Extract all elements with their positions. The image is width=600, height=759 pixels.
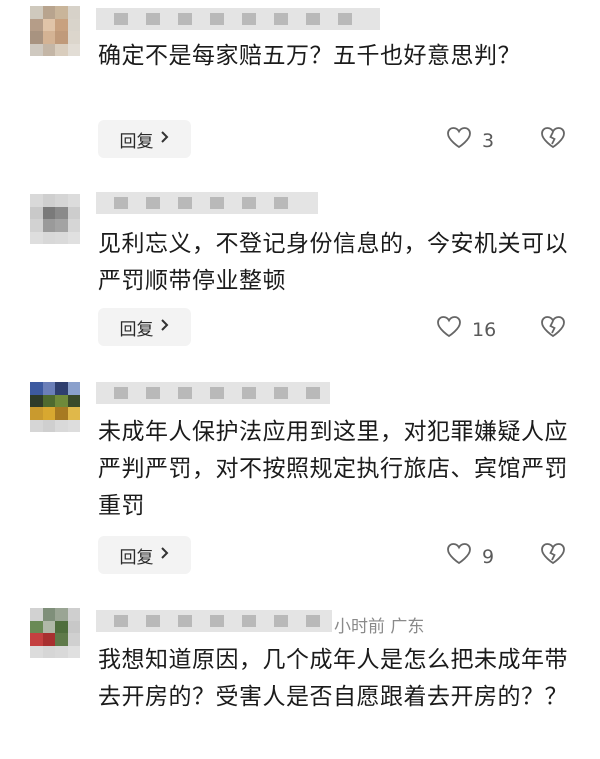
avatar-pixel — [67, 645, 80, 658]
avatar-pixel — [55, 206, 68, 219]
avatar-pixel — [30, 18, 43, 31]
avatar-pixel — [42, 394, 55, 407]
reply-label: 回复 — [119, 319, 154, 340]
comment-text: 见利忘义，不登记身份信息的，今安机关可以严罚顺带停业整顿 — [98, 231, 568, 294]
avatar-pixel — [55, 645, 68, 658]
avatar-pixel — [42, 231, 55, 244]
avatar-pixel — [30, 608, 43, 621]
avatar-pixel — [42, 18, 55, 31]
avatar-pixel — [42, 407, 55, 420]
comment-meta: 小时前 广东 — [334, 617, 425, 637]
avatar-pixel — [55, 219, 68, 232]
avatar-pixel — [30, 206, 43, 219]
reply-button[interactable]: 回复 — [98, 120, 191, 158]
like-button[interactable]: 9 — [446, 542, 494, 571]
chevron-right-icon — [160, 545, 170, 565]
avatar-pixel — [55, 194, 68, 207]
heart-icon — [436, 315, 462, 344]
chevron-right-icon — [160, 317, 170, 337]
comment-text: 未成年人保护法应用到这里，对犯罪嫌疑人应严判严罚，对不按照规定执行旅店、宾馆严罚… — [98, 419, 568, 519]
avatar-pixel — [42, 206, 55, 219]
avatar-pixel — [55, 620, 68, 633]
avatar-pixel — [55, 608, 68, 621]
reply-label: 回复 — [119, 131, 154, 152]
avatar-pixel — [67, 18, 80, 31]
avatar[interactable] — [30, 194, 80, 244]
avatar-pixel — [30, 645, 43, 658]
avatar-pixel — [42, 633, 55, 646]
avatar-pixel — [67, 6, 80, 19]
avatar-pixel — [67, 394, 80, 407]
avatar-pixel — [30, 6, 43, 19]
avatar-pixel — [55, 43, 68, 56]
reply-button[interactable]: 回复 — [98, 308, 191, 346]
avatar-pixel — [30, 394, 43, 407]
chevron-right-icon — [160, 129, 170, 149]
like-count: 16 — [472, 318, 497, 341]
avatar-pixel — [30, 633, 43, 646]
avatar-pixel — [67, 419, 80, 432]
avatar-pixel — [67, 43, 80, 56]
broken-heart-icon[interactable] — [540, 126, 566, 154]
avatar-pixel — [30, 382, 43, 395]
avatar-pixel — [67, 31, 80, 44]
heart-icon — [446, 126, 472, 155]
avatar-pixel — [55, 6, 68, 19]
avatar-pixel — [42, 608, 55, 621]
avatar-pixel — [67, 231, 80, 244]
avatar-pixel — [67, 219, 80, 232]
avatar[interactable] — [30, 608, 80, 658]
avatar-pixel — [55, 419, 68, 432]
avatar-pixel — [42, 43, 55, 56]
avatar-pixel — [30, 43, 43, 56]
username-blurred[interactable] — [96, 382, 330, 404]
avatar-pixel — [30, 219, 43, 232]
avatar-pixel — [42, 194, 55, 207]
avatar-pixel — [55, 231, 68, 244]
avatar-pixel — [67, 633, 80, 646]
avatar-pixel — [55, 382, 68, 395]
avatar-pixel — [30, 231, 43, 244]
avatar-pixel — [30, 194, 43, 207]
avatar-pixel — [67, 608, 80, 621]
avatar-pixel — [55, 407, 68, 420]
avatar[interactable] — [30, 6, 80, 56]
avatar-pixel — [67, 382, 80, 395]
broken-heart-icon[interactable] — [540, 542, 566, 570]
avatar-pixel — [42, 620, 55, 633]
avatar[interactable] — [30, 382, 80, 432]
avatar-pixel — [30, 31, 43, 44]
avatar-pixel — [67, 620, 80, 633]
reply-label: 回复 — [119, 547, 154, 568]
avatar-pixel — [55, 633, 68, 646]
like-count: 3 — [482, 129, 495, 152]
avatar-pixel — [42, 419, 55, 432]
broken-heart-icon[interactable] — [540, 315, 566, 343]
like-button[interactable]: 3 — [446, 126, 494, 155]
avatar-pixel — [67, 407, 80, 420]
avatar-pixel — [42, 6, 55, 19]
comment-text: 我想知道原因，几个成年人是怎么把未成年带去开房的？受害人是否自愿跟着去开房的？？ — [98, 647, 568, 710]
avatar-pixel — [55, 394, 68, 407]
avatar-pixel — [42, 219, 55, 232]
avatar-pixel — [30, 419, 43, 432]
reply-button[interactable]: 回复 — [98, 536, 191, 574]
avatar-pixel — [30, 620, 43, 633]
avatar-pixel — [42, 382, 55, 395]
heart-icon — [446, 542, 472, 571]
avatar-pixel — [55, 18, 68, 31]
username-blurred[interactable] — [96, 8, 380, 30]
avatar-pixel — [55, 31, 68, 44]
username-blurred[interactable] — [96, 192, 318, 214]
username-blurred[interactable] — [96, 610, 332, 632]
avatar-pixel — [42, 31, 55, 44]
avatar-pixel — [42, 645, 55, 658]
avatar-pixel — [30, 407, 43, 420]
avatar-pixel — [67, 194, 80, 207]
like-count: 9 — [482, 545, 495, 568]
comment-text: 确定不是每家赔五万？五千也好意思判？ — [98, 43, 521, 69]
avatar-pixel — [67, 206, 80, 219]
like-button[interactable]: 16 — [436, 315, 496, 344]
